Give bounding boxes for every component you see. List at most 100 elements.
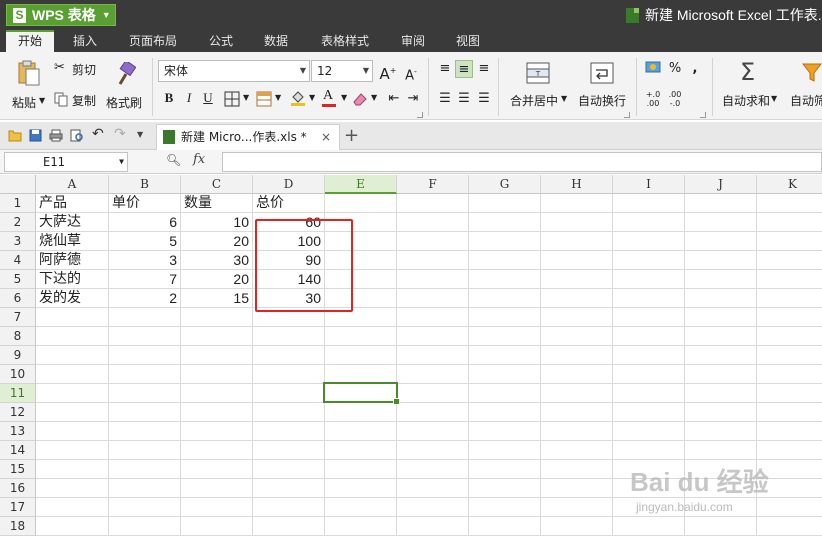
cell-b3[interactable]: 5 [109, 232, 181, 251]
copy-button[interactable]: 复制 [54, 90, 100, 110]
cell-e2[interactable] [325, 213, 397, 232]
cell-b11[interactable] [109, 384, 181, 403]
row-header-9[interactable]: 9 [0, 346, 36, 365]
undo-icon[interactable]: ↶ [92, 126, 104, 142]
cell-j12[interactable] [685, 403, 757, 422]
row-header-15[interactable]: 15 [0, 460, 36, 479]
cell-h14[interactable] [541, 441, 613, 460]
cell-c14[interactable] [181, 441, 253, 460]
cell-c17[interactable] [181, 498, 253, 517]
cell-e8[interactable] [325, 327, 397, 346]
align-left-icon[interactable]: ☰ [436, 90, 454, 108]
wrap-text-button[interactable]: 自动换行 [574, 58, 632, 114]
cell-f2[interactable] [397, 213, 469, 232]
cell-h13[interactable] [541, 422, 613, 441]
cell-j8[interactable] [685, 327, 757, 346]
cell-a13[interactable] [36, 422, 109, 441]
open-folder-icon[interactable] [8, 129, 22, 142]
insert-function-button[interactable]: fx [193, 152, 205, 167]
cell-b2[interactable]: 6 [109, 213, 181, 232]
cell-c8[interactable] [181, 327, 253, 346]
cell-d10[interactable] [253, 365, 325, 384]
tab-view[interactable]: 视图 [456, 30, 480, 52]
cell-k13[interactable] [757, 422, 822, 441]
cell-d5[interactable]: 140 [253, 270, 325, 289]
cell-i6[interactable] [613, 289, 685, 308]
cell-k9[interactable] [757, 346, 822, 365]
print-icon[interactable] [49, 129, 63, 142]
cell-f10[interactable] [397, 365, 469, 384]
cell-g12[interactable] [469, 403, 541, 422]
cell-j7[interactable] [685, 308, 757, 327]
cell-e10[interactable] [325, 365, 397, 384]
cell-j6[interactable] [685, 289, 757, 308]
cell-f5[interactable] [397, 270, 469, 289]
cell-d12[interactable] [253, 403, 325, 422]
cell-i7[interactable] [613, 308, 685, 327]
cell-c18[interactable] [181, 517, 253, 536]
cell-g15[interactable] [469, 460, 541, 479]
find-icon[interactable]: 🔍︎ [166, 153, 181, 167]
column-header-k[interactable]: K [757, 175, 822, 194]
cell-j13[interactable] [685, 422, 757, 441]
cell-j11[interactable] [685, 384, 757, 403]
cell-j1[interactable] [685, 194, 757, 213]
cell-f4[interactable] [397, 251, 469, 270]
cell-h1[interactable] [541, 194, 613, 213]
row-header-7[interactable]: 7 [0, 308, 36, 327]
cell-e18[interactable] [325, 517, 397, 536]
cell-h10[interactable] [541, 365, 613, 384]
column-header-e[interactable]: E [325, 175, 397, 194]
cell-h8[interactable] [541, 327, 613, 346]
column-header-a[interactable]: A [36, 175, 109, 194]
column-header-g[interactable]: G [469, 175, 541, 194]
row-header-12[interactable]: 12 [0, 403, 36, 422]
customize-toolbar-icon[interactable]: ▼ [137, 130, 143, 139]
cell-a5[interactable]: 下达的 [36, 270, 109, 289]
cell-h12[interactable] [541, 403, 613, 422]
row-header-2[interactable]: 2 [0, 213, 36, 232]
column-header-i[interactable]: I [613, 175, 685, 194]
currency-icon[interactable] [644, 60, 662, 78]
cell-a14[interactable] [36, 441, 109, 460]
cell-f15[interactable] [397, 460, 469, 479]
cell-e14[interactable] [325, 441, 397, 460]
cell-b9[interactable] [109, 346, 181, 365]
decrease-decimal-icon[interactable]: .00 -.0 [666, 90, 684, 108]
cell-c2[interactable]: 10 [181, 213, 253, 232]
cell-e3[interactable] [325, 232, 397, 251]
cell-d16[interactable] [253, 479, 325, 498]
format-painter-button[interactable]: 格式刷 [104, 56, 146, 114]
cell-c1[interactable]: 数量 [181, 194, 253, 213]
cell-g16[interactable] [469, 479, 541, 498]
cell-b15[interactable] [109, 460, 181, 479]
cell-h16[interactable] [541, 479, 613, 498]
cell-e4[interactable] [325, 251, 397, 270]
cell-j2[interactable] [685, 213, 757, 232]
row-header-6[interactable]: 6 [0, 289, 36, 308]
cell-b16[interactable] [109, 479, 181, 498]
increase-decimal-icon[interactable]: +.0.00 [644, 90, 662, 108]
cell-k2[interactable] [757, 213, 822, 232]
cell-d3[interactable]: 100 [253, 232, 325, 251]
cell-i4[interactable] [613, 251, 685, 270]
cell-k8[interactable] [757, 327, 822, 346]
cell-b10[interactable] [109, 365, 181, 384]
cell-k3[interactable] [757, 232, 822, 251]
cell-i3[interactable] [613, 232, 685, 251]
cell-e11[interactable] [325, 384, 397, 403]
cell-i5[interactable] [613, 270, 685, 289]
cell-d1[interactable]: 总价 [253, 194, 325, 213]
cell-j5[interactable] [685, 270, 757, 289]
cell-j18[interactable] [685, 517, 757, 536]
cell-g5[interactable] [469, 270, 541, 289]
cell-g11[interactable] [469, 384, 541, 403]
cell-b13[interactable] [109, 422, 181, 441]
cell-a16[interactable] [36, 479, 109, 498]
cell-j3[interactable] [685, 232, 757, 251]
cell-e6[interactable] [325, 289, 397, 308]
cell-i9[interactable] [613, 346, 685, 365]
cell-a11[interactable] [36, 384, 109, 403]
cell-g14[interactable] [469, 441, 541, 460]
cell-a1[interactable]: 产品 [36, 194, 109, 213]
